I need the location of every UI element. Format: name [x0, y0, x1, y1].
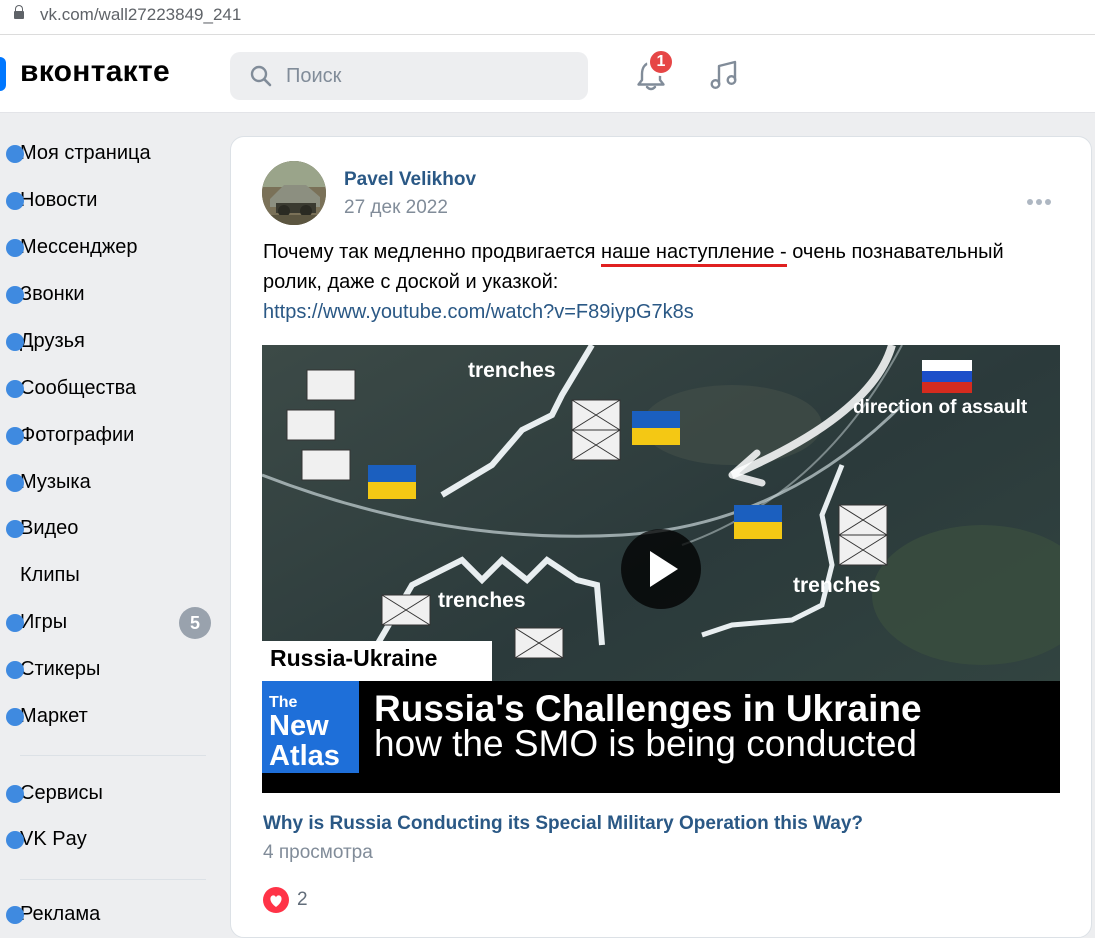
sidebar-item-market[interactable]: Маркет	[6, 702, 88, 730]
sidebar-item-games[interactable]: Игры	[6, 608, 68, 636]
video-thumbnail[interactable]: trenches trenches trenches direction of …	[262, 345, 1060, 793]
video-icon	[6, 520, 24, 538]
sidebar-item-label: Клипы	[20, 564, 80, 586]
post-link[interactable]: https://www.youtube.com/watch?v=F89iypG7…	[263, 301, 694, 323]
sidebar-item-vkpay[interactable]: VK Pay	[6, 825, 87, 853]
like-count[interactable]: 2	[297, 887, 308, 913]
url-text[interactable]: vk.com/wall27223849_241	[40, 5, 241, 25]
site-logo[interactable]: вконтакте	[20, 55, 170, 89]
video-label-trenches: trenches	[468, 359, 556, 382]
sidebar-item-label: Сообщества	[20, 377, 137, 399]
games-count-badge: 5	[179, 607, 211, 639]
sidebar-item-label: Игры	[20, 611, 68, 633]
sidebar-item-ads[interactable]: Реклама	[6, 900, 101, 928]
notification-badge[interactable]: 1	[647, 48, 675, 76]
friends-icon	[6, 333, 24, 351]
groups-icon	[6, 380, 24, 398]
music-icon[interactable]	[706, 57, 742, 93]
heart-icon-glyph	[270, 895, 282, 907]
services-icon	[6, 785, 24, 803]
more-options-icon[interactable]	[1027, 192, 1055, 205]
sidebar-item-label: Звонки	[20, 283, 85, 305]
market-icon	[6, 708, 24, 726]
sidebar-item-calls[interactable]: Звонки	[6, 280, 85, 308]
search-input[interactable]	[286, 52, 576, 100]
search-box[interactable]	[230, 52, 588, 100]
sidebar-item-groups[interactable]: Сообщества	[6, 374, 137, 402]
post-card: Pavel Velikhov 27 дек 2022 Почему так ме…	[230, 136, 1092, 938]
post-author[interactable]: Pavel Velikhov	[344, 169, 476, 191]
heart-icon[interactable]	[263, 887, 289, 913]
site-header: вконтакте 1	[0, 35, 1095, 113]
vk-logo-icon[interactable]	[0, 57, 6, 91]
sidebar-item-clips[interactable]: Клипы	[20, 561, 80, 589]
sidebar-divider	[20, 879, 206, 880]
avatar-image	[262, 161, 326, 225]
sidebar-item-label: Друзья	[20, 330, 85, 352]
brand-line: The	[269, 694, 298, 711]
sidebar-item-label: Музыка	[20, 471, 91, 493]
stickers-icon	[6, 661, 24, 679]
post-date[interactable]: 27 дек 2022	[344, 197, 448, 219]
sidebar-item-label: Фотографии	[20, 424, 135, 446]
lock-icon	[14, 5, 24, 19]
sidebar-item-services[interactable]: Сервисы	[6, 779, 103, 807]
sidebar-item-label: Реклама	[20, 903, 101, 925]
sidebar-item-label: VK Pay	[20, 828, 87, 850]
post-text: Почему так медленно продвигается наше на…	[263, 237, 1063, 327]
sidebar-item-friends[interactable]: Друзья	[6, 327, 85, 355]
post-text-part: Почему так медленно продвигается	[263, 241, 602, 263]
sidebar-item-news[interactable]: Новости	[6, 186, 98, 214]
sidebar-item-my-page[interactable]: Моя страница	[6, 139, 151, 167]
user-icon	[6, 145, 24, 163]
sidebar-item-photos[interactable]: Фотографии	[6, 421, 135, 449]
sidebar-item-label: Мессенджер	[20, 236, 138, 258]
post-text-underlined: наше наступление -	[601, 241, 787, 267]
video-subheadline: how the SMO is being conducted	[374, 723, 917, 764]
video-title[interactable]: Why is Russia Conducting its Special Mil…	[263, 813, 863, 835]
sidebar-item-video[interactable]: Видео	[6, 514, 79, 542]
sidebar-item-label: Маркет	[20, 705, 88, 727]
message-icon	[6, 239, 24, 257]
sidebar-item-label: Моя страница	[20, 142, 151, 164]
sidebar-item-label: Новости	[20, 189, 98, 211]
video-views: 4 просмотра	[263, 842, 373, 863]
games-icon	[6, 614, 24, 632]
brand-line: Atlas	[269, 740, 340, 772]
sidebar-item-stickers[interactable]: Стикеры	[6, 655, 101, 683]
brand-line: New	[269, 710, 329, 742]
author-avatar[interactable]	[262, 161, 326, 225]
music-icon	[6, 474, 24, 492]
video-label-trenches: trenches	[793, 574, 881, 597]
video-brand: The New Atlas	[269, 694, 357, 772]
video-tag: Russia-Ukraine	[270, 645, 438, 671]
sidebar-item-label: Сервисы	[20, 782, 103, 804]
browser-url-bar[interactable]: vk.com/wall27223849_241	[0, 0, 1095, 35]
phone-icon	[6, 286, 24, 304]
sidebar-item-messenger[interactable]: Мессенджер	[6, 233, 138, 261]
vkpay-icon	[6, 831, 24, 849]
ads-icon	[6, 906, 24, 924]
search-icon	[250, 65, 272, 87]
photo-icon	[6, 427, 24, 445]
video-label-trenches: trenches	[438, 589, 526, 612]
video-label-direction: direction of assault	[853, 397, 1028, 418]
news-icon	[6, 192, 24, 210]
sidebar-divider	[20, 755, 206, 756]
sidebar-item-music[interactable]: Музыка	[6, 468, 91, 496]
sidebar-item-label: Стикеры	[20, 658, 101, 680]
sidebar-item-label: Видео	[20, 517, 79, 539]
